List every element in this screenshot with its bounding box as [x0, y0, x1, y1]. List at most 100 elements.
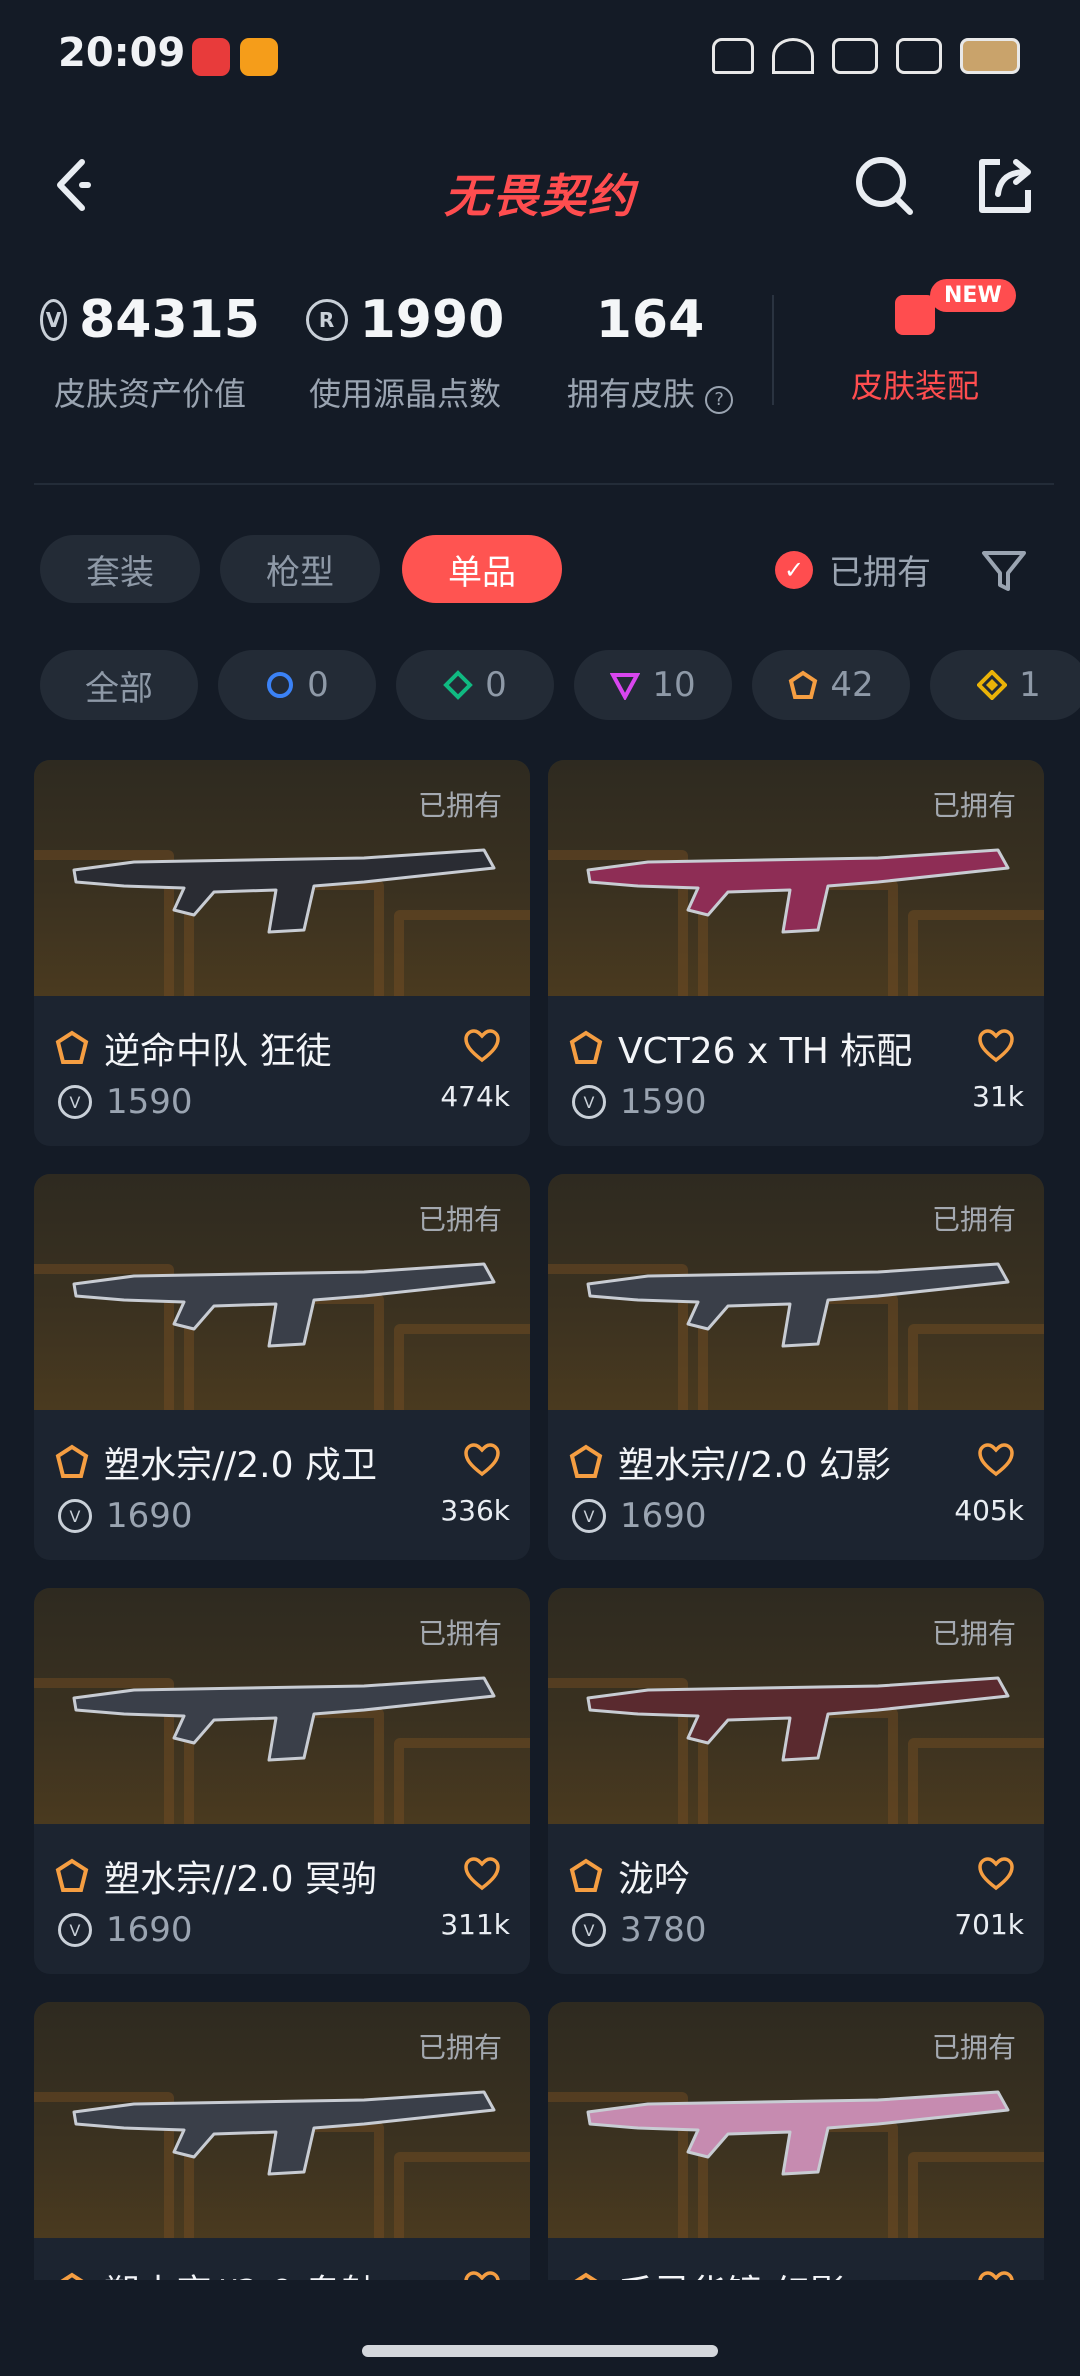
exclusive-tier-icon — [55, 1030, 89, 1064]
skin-name: 塑水宗//2.0 鬼魅 — [104, 2264, 377, 2280]
skin-card[interactable]: 已拥有 千灵华镜 幻影 V — [548, 2002, 1044, 2280]
status-bar: 20:09 — [0, 0, 1080, 110]
stat-asset-value: V 84315 皮肤资产价值 — [40, 285, 260, 415]
exclusive-tier-icon — [569, 1858, 603, 1892]
skin-image: 已拥有 — [548, 1174, 1044, 1410]
exclusive-tier-icon — [569, 1444, 603, 1478]
help-icon[interactable]: ? — [705, 385, 734, 414]
share-icon[interactable] — [970, 150, 1040, 220]
divider — [34, 483, 1054, 485]
filter-icon[interactable] — [978, 545, 1030, 597]
weapon-skin-graphic — [586, 2090, 1010, 2176]
skin-name: 塑水宗//2.0 冥驹 — [104, 1859, 377, 1900]
skin-image: 已拥有 — [34, 760, 530, 996]
owned-tag: 已拥有 — [931, 2031, 1016, 2064]
home-indicator[interactable] — [362, 2345, 718, 2357]
valorant-points-icon: V — [572, 1913, 606, 1947]
heart-icon[interactable] — [462, 2268, 502, 2280]
owned-tag: 已拥有 — [417, 2031, 502, 2064]
divider — [772, 295, 774, 405]
like-count: 311k — [440, 1908, 510, 1941]
tier-select[interactable]: 0 — [218, 650, 376, 720]
skin-card[interactable]: 已拥有 泷吟 V 3780 701k — [548, 1588, 1044, 1974]
skin-card[interactable]: 已拥有 塑水宗//2.0 戍卫 V 1690 336k — [34, 1174, 530, 1560]
heart-icon[interactable] — [976, 1440, 1016, 1480]
owned-filter-toggle[interactable]: ✓ 已拥有 — [775, 545, 931, 594]
skin-price-row: V 1590 — [58, 1082, 193, 1122]
tier-all[interactable]: 全部 — [40, 650, 198, 720]
weapon-skin-graphic — [586, 1676, 1010, 1762]
skin-name: 千灵华镜 幻影 — [618, 2264, 845, 2280]
wifi-icon — [772, 38, 814, 74]
skin-image: 已拥有 — [548, 1588, 1044, 1824]
exclusive-tier-icon — [55, 1444, 89, 1478]
tab-single-item[interactable]: 单品 — [402, 535, 562, 603]
weapon-skin-graphic — [72, 2090, 496, 2176]
top-nav: 无畏契约 — [0, 140, 1080, 240]
tier-deluxe[interactable]: 0 — [396, 650, 554, 720]
weapon-skin-graphic — [72, 1262, 496, 1348]
skin-loadout-label: 皮肤装配 — [850, 367, 979, 405]
skin-price-row: V 1690 — [58, 1910, 193, 1950]
skin-image: 已拥有 — [34, 2002, 530, 2238]
skin-price: 1690 — [620, 1496, 707, 1536]
deluxe-tier-icon — [443, 670, 474, 700]
tab-weapon-type[interactable]: 枪型 — [220, 535, 380, 603]
valorant-points-icon: V — [40, 299, 68, 341]
skin-card[interactable]: 已拥有 塑水宗//2.0 幻影 V 1690 405k — [548, 1174, 1044, 1560]
skin-name: 逆命中队 狂徒 — [104, 1031, 332, 1072]
checkmark-icon: ✓ — [775, 550, 813, 589]
skin-card[interactable]: 已拥有 塑水宗//2.0 鬼魅 V — [34, 2002, 530, 2280]
tier-count: 0 — [485, 665, 507, 705]
system-status-icons — [712, 38, 1020, 74]
heart-icon[interactable] — [976, 2268, 1016, 2280]
radianite-icon: R — [305, 299, 348, 341]
status-time: 20:09 — [58, 30, 186, 76]
heart-icon[interactable] — [462, 1854, 502, 1894]
weapon-skin-graphic — [72, 1676, 496, 1762]
notification-app-icon-2 — [240, 38, 278, 76]
stat-value: 164 — [595, 290, 705, 350]
signal-icon — [712, 38, 754, 74]
tier-premium[interactable]: 10 — [574, 650, 732, 720]
like-count: 474k — [440, 1080, 510, 1113]
skin-name-row: 泷吟 — [568, 1850, 690, 1902]
owned-tag: 已拥有 — [931, 789, 1016, 822]
skin-name-row: 塑水宗//2.0 冥驹 — [54, 1850, 377, 1902]
search-icon[interactable] — [850, 150, 920, 220]
skin-name-row: 逆命中队 狂徒 — [54, 1022, 331, 1074]
stat-radianite-points: R 1990 使用源晶点数 — [295, 285, 515, 415]
tier-count: 0 — [307, 665, 329, 705]
skin-card[interactable]: 已拥有 塑水宗//2.0 冥驹 V 1690 311k — [34, 1588, 530, 1974]
heart-icon[interactable] — [462, 1440, 502, 1480]
stat-label: 拥有皮肤 — [566, 375, 695, 413]
tier-ultra[interactable]: 1 — [930, 650, 1080, 720]
heart-icon[interactable] — [462, 1026, 502, 1066]
battery-icon — [960, 38, 1020, 74]
exclusive-tier-icon — [569, 1030, 603, 1064]
owned-tag: 已拥有 — [931, 1203, 1016, 1236]
skin-card[interactable]: 已拥有 逆命中队 狂徒 V 1590 474k — [34, 760, 530, 1146]
skin-name-row: 塑水宗//2.0 鬼魅 — [54, 2264, 377, 2280]
skin-name-row: 塑水宗//2.0 戍卫 — [54, 1436, 377, 1488]
tab-bundle[interactable]: 套装 — [40, 535, 200, 603]
skin-card[interactable]: 已拥有 VCT26 x TH 标配 V 1590 31k — [548, 760, 1044, 1146]
skin-price: 1690 — [106, 1910, 193, 1950]
tier-exclusive[interactable]: 42 — [752, 650, 910, 720]
ultra-tier-icon — [977, 670, 1008, 700]
skin-name: 泷吟 — [618, 1859, 691, 1900]
skin-price: 3780 — [620, 1910, 707, 1950]
exclusive-tier-icon — [55, 1858, 89, 1892]
stat-label: 使用源晶点数 — [308, 375, 501, 413]
heart-icon[interactable] — [976, 1026, 1016, 1066]
tier-count: 1 — [1019, 665, 1041, 705]
skin-name: 塑水宗//2.0 戍卫 — [104, 1445, 377, 1486]
owned-filter-label: 已拥有 — [829, 553, 931, 593]
skin-price-row: V 1690 — [58, 1496, 193, 1536]
like-count: 31k — [972, 1080, 1024, 1113]
skin-price: 1590 — [106, 1082, 193, 1122]
new-badge: NEW — [930, 279, 1016, 312]
tier-count: 42 — [830, 665, 874, 705]
premium-tier-icon — [610, 673, 641, 700]
heart-icon[interactable] — [976, 1854, 1016, 1894]
